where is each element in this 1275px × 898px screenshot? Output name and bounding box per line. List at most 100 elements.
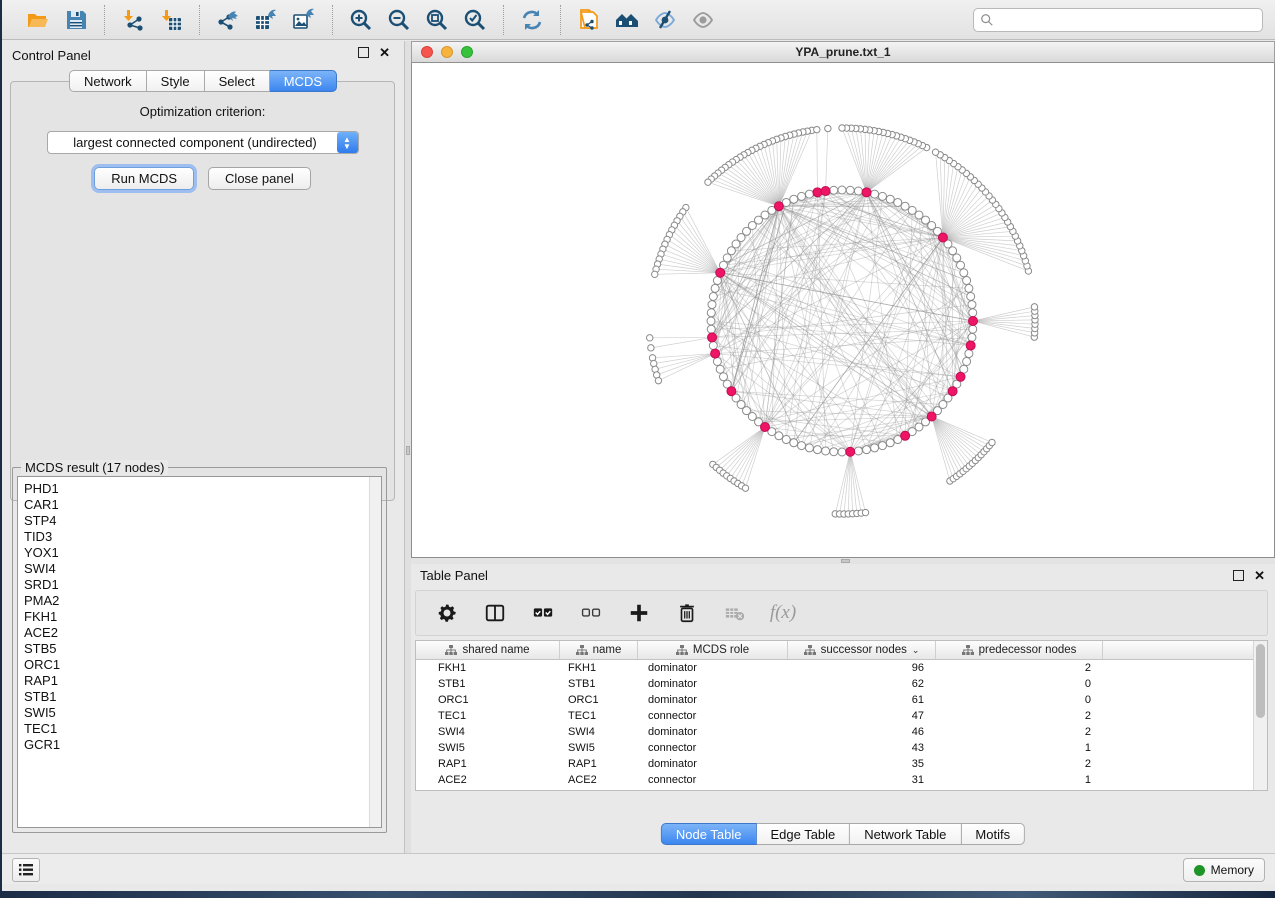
graph-node[interactable] <box>908 206 916 214</box>
result-list-item[interactable]: TID3 <box>24 529 381 545</box>
result-list-item[interactable]: CAR1 <box>24 497 381 513</box>
graph-node[interactable] <box>782 436 790 444</box>
result-list-item[interactable]: STB5 <box>24 641 381 657</box>
graph-node[interactable] <box>822 447 830 455</box>
graph-node[interactable] <box>707 317 715 325</box>
graph-hub-node[interactable] <box>821 187 830 196</box>
table-row[interactable]: TEC1TEC1connector472 <box>416 708 1253 724</box>
tab-network-table[interactable]: Network Table <box>850 823 961 845</box>
export-table-button[interactable] <box>252 6 280 34</box>
search-input[interactable] <box>994 13 1256 27</box>
graph-node[interactable] <box>871 190 879 198</box>
result-list-item[interactable]: STB1 <box>24 689 381 705</box>
graph-hub-node[interactable] <box>727 387 736 396</box>
result-list-item[interactable]: SWI4 <box>24 561 381 577</box>
graph-node[interactable] <box>830 448 838 456</box>
import-network-button[interactable] <box>119 6 147 34</box>
graph-leaf-node[interactable] <box>825 125 831 131</box>
show-visuals-button[interactable] <box>689 6 717 34</box>
graph-node[interactable] <box>719 373 727 381</box>
graph-hub-node[interactable] <box>711 349 720 358</box>
result-list-item[interactable]: RAP1 <box>24 673 381 689</box>
result-list-item[interactable]: SWI5 <box>24 705 381 721</box>
graph-leaf-node[interactable] <box>862 509 868 515</box>
result-list-item[interactable]: ACE2 <box>24 625 381 641</box>
close-window-icon[interactable] <box>421 46 433 58</box>
graph-node[interactable] <box>805 190 813 198</box>
mcds-result-list[interactable]: PHD1CAR1STP4TID3YOX1SWI4SRD1PMA2FKH1ACE2… <box>17 476 382 828</box>
column-header-MCDS-role[interactable]: MCDS role <box>638 641 788 659</box>
graph-hub-node[interactable] <box>761 422 770 431</box>
share-document-button[interactable] <box>575 6 603 34</box>
float-panel-icon[interactable] <box>358 47 369 58</box>
result-list-item[interactable]: GCR1 <box>24 737 381 753</box>
search-web-button[interactable] <box>613 6 641 34</box>
table-scrollbar[interactable] <box>1253 641 1267 790</box>
maximize-window-icon[interactable] <box>461 46 473 58</box>
graph-node[interactable] <box>798 442 806 450</box>
table-row[interactable]: FKH1FKH1dominator962 <box>416 660 1253 676</box>
result-list-item[interactable]: SRD1 <box>24 577 381 593</box>
graph-leaf-node[interactable] <box>1031 304 1037 310</box>
graph-node[interactable] <box>846 186 854 194</box>
import-table-button[interactable] <box>157 6 185 34</box>
graph-node[interactable] <box>960 269 968 277</box>
graph-node[interactable] <box>965 350 973 358</box>
graph-node[interactable] <box>813 446 821 454</box>
search-field[interactable] <box>973 8 1263 32</box>
hide-visuals-button[interactable] <box>651 6 679 34</box>
tab-style[interactable]: Style <box>147 70 205 92</box>
graph-node[interactable] <box>708 301 716 309</box>
graph-node[interactable] <box>969 325 977 333</box>
table-row[interactable]: STB1STB1dominator620 <box>416 676 1253 692</box>
graph-node[interactable] <box>878 192 886 200</box>
graph-leaf-node[interactable] <box>648 345 654 351</box>
result-list-item[interactable]: STP4 <box>24 513 381 529</box>
tab-network[interactable]: Network <box>69 70 147 92</box>
zoom-selected-button[interactable] <box>461 6 489 34</box>
graph-node[interactable] <box>953 254 961 262</box>
graph-hub-node[interactable] <box>948 387 957 396</box>
graph-node[interactable] <box>854 447 862 455</box>
graph-node[interactable] <box>886 439 894 447</box>
graph-hub-node[interactable] <box>927 412 936 421</box>
graph-node[interactable] <box>863 446 871 454</box>
graph-leaf-node[interactable] <box>839 125 845 131</box>
run-mcds-button[interactable]: Run MCDS <box>94 167 194 190</box>
tab-select[interactable]: Select <box>205 70 270 92</box>
tab-mcds[interactable]: MCDS <box>270 70 337 92</box>
close-panel-icon[interactable]: ✕ <box>1254 570 1265 581</box>
close-panel-button[interactable]: Close panel <box>208 167 311 190</box>
graph-hub-node[interactable] <box>862 188 871 197</box>
table-row[interactable]: ACE2ACE2connector311 <box>416 772 1253 788</box>
graph-leaf-node[interactable] <box>647 335 653 341</box>
table-row[interactable]: RAP1RAP1dominator352 <box>416 756 1253 772</box>
graph-node[interactable] <box>878 442 886 450</box>
float-panel-icon[interactable] <box>1233 570 1244 581</box>
graph-leaf-node[interactable] <box>742 485 748 491</box>
graph-node[interactable] <box>838 448 846 456</box>
graph-hub-node[interactable] <box>716 268 725 277</box>
graph-hub-node[interactable] <box>813 188 822 197</box>
graph-node[interactable] <box>711 284 719 292</box>
graph-leaf-node[interactable] <box>705 179 711 185</box>
splitter-grip[interactable] <box>406 446 410 455</box>
graph-hub-node[interactable] <box>846 447 855 456</box>
result-list-item[interactable]: TEC1 <box>24 721 381 737</box>
column-header-predecessor-nodes[interactable]: predecessor nodes <box>936 641 1103 659</box>
graph-hub-node[interactable] <box>966 341 975 350</box>
delete-columns-button[interactable] <box>674 600 700 626</box>
table-row[interactable]: YOX1YOX1connector291 <box>416 788 1253 791</box>
graph-node[interactable] <box>957 261 965 269</box>
optimization-criterion-select[interactable]: largest connected component (undirected)… <box>47 131 359 154</box>
graph-hub-node[interactable] <box>938 233 947 242</box>
toggle-panel-layout-button[interactable] <box>482 600 508 626</box>
graph-node[interactable] <box>871 444 879 452</box>
graph-leaf-node[interactable] <box>652 271 658 277</box>
graph-node[interactable] <box>790 195 798 203</box>
memory-button[interactable]: Memory <box>1183 858 1265 882</box>
select-all-rows-button[interactable] <box>530 600 556 626</box>
graph-node[interactable] <box>709 342 717 350</box>
graph-node[interactable] <box>723 254 731 262</box>
tab-motifs[interactable]: Motifs <box>961 823 1025 845</box>
